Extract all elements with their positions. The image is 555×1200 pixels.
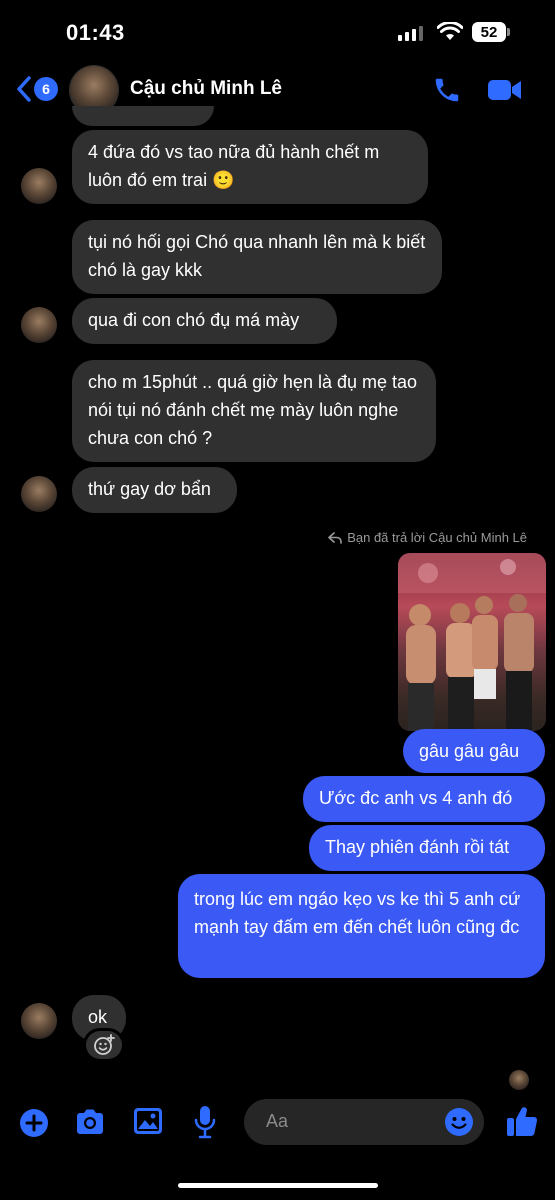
message-composer[interactable] (244, 1099, 484, 1145)
wifi-icon (437, 22, 463, 40)
sender-avatar (21, 307, 57, 343)
seen-avatar (509, 1070, 529, 1090)
emoji-icon[interactable] (444, 1107, 474, 1137)
status-time: 01:43 (66, 20, 125, 45)
message-bubble-outgoing[interactable]: gâu gâu gâu (403, 729, 545, 773)
message-bubble-outgoing[interactable]: Thay phiên đánh rồi tát (309, 825, 545, 871)
message-bubble-outgoing[interactable]: Ước đc anh vs 4 anh đó (303, 776, 545, 822)
previous-message-bubble (72, 106, 214, 126)
camera-icon[interactable] (74, 1107, 106, 1137)
add-reaction-button[interactable] (86, 1031, 122, 1059)
message-bubble-incoming[interactable]: 4 đứa đó vs tao nữa đủ hành chết m luôn … (72, 130, 428, 204)
cellular-signal-icon (398, 26, 423, 41)
battery-tip (507, 28, 510, 36)
contact-name[interactable]: Cậu chủ Minh Lê (130, 78, 282, 100)
chevron-left-icon (17, 76, 31, 102)
back-button[interactable]: 6 (16, 76, 58, 102)
home-indicator (178, 1183, 378, 1188)
video-call-icon[interactable] (487, 78, 523, 102)
reply-note-text: Bạn đã trả lời Cậu chủ Minh Lê (347, 530, 527, 545)
gallery-icon[interactable] (133, 1107, 163, 1135)
reply-arrow-icon (328, 531, 343, 544)
sender-avatar (21, 476, 57, 512)
message-bubble-incoming[interactable]: qua đi con chó đụ má mày (72, 298, 337, 344)
message-bubble-incoming[interactable]: cho m 15phút .. quá giờ hẹn là đụ mẹ tao… (72, 360, 436, 462)
thumbs-up-icon[interactable] (505, 1104, 539, 1138)
shared-photo[interactable] (398, 553, 546, 731)
battery-indicator: 52 (472, 22, 506, 42)
message-bubble-incoming[interactable]: thứ gay dơ bẩn (72, 467, 237, 513)
message-bubble-outgoing[interactable]: trong lúc em ngáo kẹo vs ke thì 5 anh cứ… (178, 874, 545, 978)
photo-content (398, 553, 546, 731)
sender-avatar (21, 1003, 57, 1039)
sender-avatar (21, 168, 57, 204)
plus-icon[interactable] (19, 1108, 49, 1138)
message-bubble-incoming[interactable]: tụi nó hối gọi Chó qua nhanh lên mà k bi… (72, 220, 442, 294)
reply-indicator: Bạn đã trả lời Cậu chủ Minh Lê (328, 530, 527, 545)
unread-count-badge: 6 (34, 77, 58, 101)
phone-call-icon[interactable] (432, 75, 462, 105)
smiley-plus-icon (94, 1034, 115, 1055)
message-input[interactable] (264, 1110, 428, 1133)
microphone-icon[interactable] (193, 1105, 217, 1139)
